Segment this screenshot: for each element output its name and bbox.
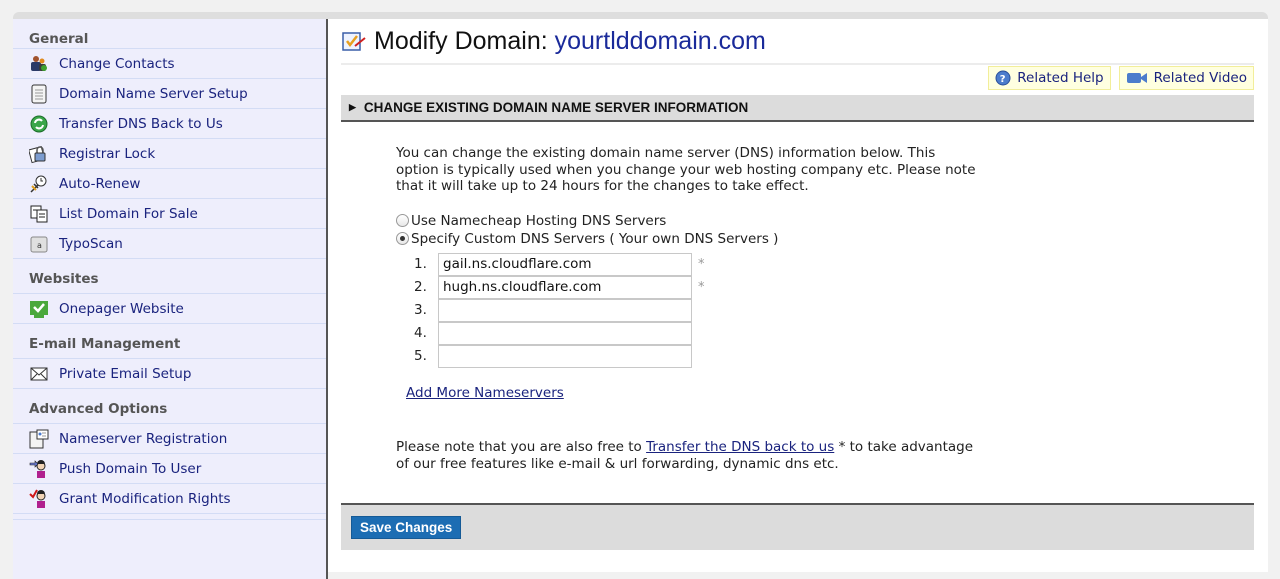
sidebar-item-label: Grant Modification Rights [59,490,231,507]
add-more-nameservers-link[interactable]: Add More Nameservers [406,385,564,401]
auto-renew-icon [29,174,49,194]
nameserver-number: 5. [414,348,427,364]
nameserver-row: 5. [414,344,996,368]
radio-custom-dns[interactable]: Specify Custom DNS Servers ( Your own DN… [396,230,996,248]
required-marker: * [698,256,705,272]
nameserver-registration-icon [29,429,49,449]
page-title-prefix: Modify Domain: [374,26,548,55]
nameserver-number: 4. [414,325,427,341]
nameserver-number: 3. [414,302,427,318]
sidebar-item-label: Change Contacts [59,55,175,72]
transfer-icon [29,114,49,134]
sidebar-item-domain-name-server-setup[interactable]: Domain Name Server Setup [13,79,326,109]
list-sale-icon [29,204,49,224]
nameserver-3-input[interactable] [438,298,692,322]
expand-triangle-icon: ▶ [349,102,356,112]
contacts-icon [29,54,49,74]
nameserver-row: 1. * [414,252,996,276]
sidebar-section-title-advanced: Advanced Options [13,389,326,424]
main-panel: Modify Domain: yourtlddomain.com ? Relat… [341,19,1254,550]
svg-text:?: ? [1000,74,1006,85]
sidebar-item-onepager-website[interactable]: Onepager Website [13,294,326,324]
required-marker: * [698,279,705,295]
nameserver-number: 1. [414,256,427,272]
nameserver-5-input[interactable] [438,344,692,368]
modify-domain-icon [342,32,366,51]
related-help-label: Related Help [1017,70,1104,86]
radio-button-selected[interactable] [396,232,409,245]
sidebar-item-label: Transfer DNS Back to Us [59,115,223,132]
related-video-button[interactable]: Related Video [1118,66,1254,90]
sidebar-item-label: Auto-Renew [59,175,141,192]
nameserver-1-input[interactable] [438,252,692,276]
nameserver-row: 4. [414,321,996,345]
nameserver-row: 2. * [414,275,996,299]
related-help-button[interactable]: ? Related Help [988,66,1111,90]
note-text-before: Please note that you are also free to [396,438,647,455]
sidebar-divider [13,514,326,520]
nameserver-4-input[interactable] [438,321,692,345]
svg-text:a: a [37,241,42,250]
website-check-icon [29,299,49,319]
related-links: ? Related Help Related Video [988,66,1254,90]
dns-form: You can change the existing domain name … [396,145,996,473]
transfer-note: Please note that you are also free to Tr… [396,439,976,473]
sidebar-item-label: Registrar Lock [59,145,156,162]
push-user-icon [29,459,49,479]
nameserver-2-input[interactable] [438,275,692,299]
sidebar-item-label: Push Domain To User [59,460,202,477]
server-icon [29,84,49,104]
sidebar-item-label: Domain Name Server Setup [59,85,248,102]
sidebar-item-label: Nameserver Registration [59,430,228,447]
sidebar-item-label: Onepager Website [59,300,184,317]
sidebar-item-grant-modification-rights[interactable]: Grant Modification Rights [13,484,326,514]
nameserver-row: 3. [414,298,996,322]
video-camera-icon [1126,71,1148,85]
page-title: Modify Domain: yourtlddomain.com [374,27,766,56]
sidebar-item-push-domain-to-user[interactable]: Push Domain To User [13,454,326,484]
sidebar-item-change-contacts[interactable]: Change Contacts [13,49,326,79]
sidebar-item-label: TypoScan [59,235,123,252]
page-title-domain: yourtlddomain.com [554,26,766,55]
sidebar-section-title-websites: Websites [13,259,326,294]
radio-button[interactable] [396,214,409,227]
radio-namecheap-dns[interactable]: Use Namecheap Hosting DNS Servers [396,212,996,230]
grant-rights-icon [29,489,49,509]
related-video-label: Related Video [1153,70,1247,86]
sidebar-item-auto-renew[interactable]: Auto-Renew [13,169,326,199]
intro-text: You can change the existing domain name … [396,145,976,194]
sidebar-item-transfer-dns-back[interactable]: Transfer DNS Back to Us [13,109,326,139]
radio-label: Use Namecheap Hosting DNS Servers [411,212,667,229]
nameserver-list: 1. * 2. * 3. 4. 5. [414,252,996,368]
sidebar-item-private-email-setup[interactable]: Private Email Setup [13,359,326,389]
typoscan-icon: a [29,234,49,254]
envelope-icon [29,364,49,384]
sidebar-section-title-email: E-mail Management [13,324,326,359]
radio-label: Specify Custom DNS Servers ( Your own DN… [411,230,779,247]
page-header: Modify Domain: yourtlddomain.com [341,19,1254,65]
nameserver-number: 2. [414,279,427,295]
transfer-dns-back-link[interactable]: Transfer the DNS back to us [646,439,834,455]
help-icon: ? [995,70,1011,86]
sidebar-item-list-domain-for-sale[interactable]: List Domain For Sale [13,199,326,229]
sidebar-item-registrar-lock[interactable]: Registrar Lock [13,139,326,169]
section-title: CHANGE EXISTING DOMAIN NAME SERVER INFOR… [363,100,749,115]
sidebar-item-label: List Domain For Sale [59,205,198,222]
sidebar: General Change Contacts Domain Name Serv… [13,19,328,579]
sidebar-item-nameserver-registration[interactable]: Nameserver Registration [13,424,326,454]
sidebar-item-typoscan[interactable]: a TypoScan [13,229,326,259]
sidebar-item-label: Private Email Setup [59,365,192,382]
section-header[interactable]: ▶ CHANGE EXISTING DOMAIN NAME SERVER INF… [341,95,1254,122]
form-footer: Save Changes [341,503,1254,550]
save-changes-button[interactable]: Save Changes [351,516,462,539]
sidebar-section-title-general: General [13,19,326,49]
lock-icon [29,144,49,164]
